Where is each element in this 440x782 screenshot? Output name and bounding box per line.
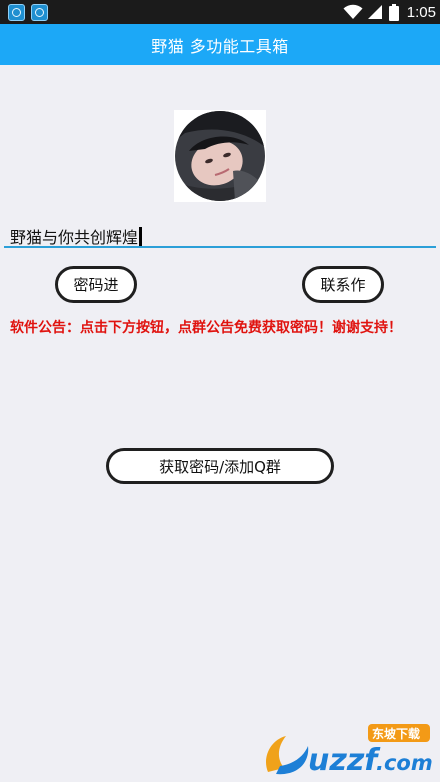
wifi-icon — [343, 4, 363, 20]
app-bar: 野猫 多功能工具箱 — [0, 24, 440, 65]
status-bar: 1:05 — [0, 0, 440, 24]
app-notification-icon — [8, 4, 25, 21]
signal-icon — [367, 4, 383, 20]
svg-text:.com: .com — [376, 751, 433, 775]
svg-text:东坡下载: 东坡下载 — [372, 726, 420, 741]
contact-author-button[interactable]: 联系作 — [302, 266, 384, 303]
status-time: 1:05 — [406, 3, 436, 21]
text-cursor — [139, 227, 143, 246]
status-indicators: 1:05 — [343, 0, 436, 24]
get-password-button[interactable]: 获取密码/添加Q群 — [106, 448, 334, 484]
app-title: 野猫 多功能工具箱 — [151, 36, 289, 56]
profile-photo — [175, 111, 265, 201]
motto-input[interactable]: 野猫与你共创辉煌 — [4, 218, 436, 248]
avatar — [174, 110, 266, 202]
announcement-text: 软件公告：点击下方按钮，点群公告免费获取密码！谢谢支持！ — [10, 320, 402, 336]
svg-text:uzzf: uzzf — [308, 743, 381, 778]
password-enter-button[interactable]: 密码进 — [55, 266, 137, 303]
motto-text: 野猫与你共创辉煌 — [10, 224, 143, 248]
battery-icon — [388, 3, 399, 21]
app-notification-icon — [31, 4, 48, 21]
uzzf-watermark-logo: uzzf .com 东坡下载 — [258, 718, 436, 778]
